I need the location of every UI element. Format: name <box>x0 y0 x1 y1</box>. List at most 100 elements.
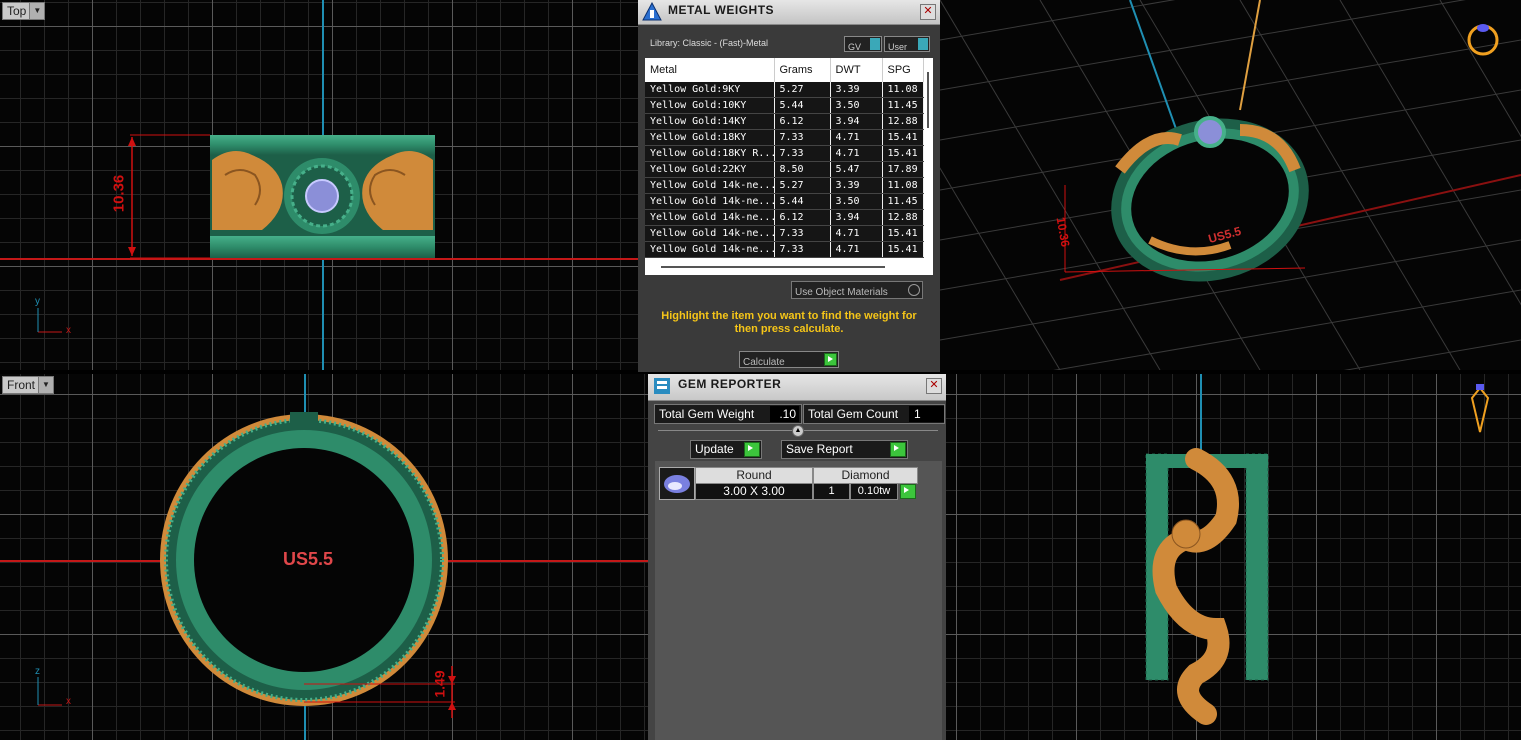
table-cell: Yellow Gold 14k-ne... <box>645 209 775 226</box>
table-row[interactable]: Yellow Gold:18KY R... 7.33 4.71 15.41 <box>645 145 924 162</box>
table-row[interactable]: Yellow Gold:9KY 5.27 3.39 11.08 <box>645 82 924 98</box>
table-cell: Yellow Gold 14k-ne... <box>645 241 775 258</box>
play-icon <box>744 442 760 457</box>
table-cell: 15.41 <box>882 225 924 242</box>
table-cell: 7.33 <box>774 145 831 162</box>
table-row[interactable]: Yellow Gold:18KY 7.33 4.71 15.41 <box>645 129 924 146</box>
close-icon[interactable]: ✕ <box>926 378 942 394</box>
table-cell: Yellow Gold 14k-ne... <box>645 225 775 242</box>
front-viewport[interactable]: US5.5 1.49 x z Front ▼ <box>0 374 648 740</box>
table-cell: 11.08 <box>882 82 924 98</box>
axis-y-label: y <box>35 296 40 307</box>
perspective-viewport[interactable]: 10.36 US5.5 <box>940 0 1521 370</box>
table-cell: 12.88 <box>882 209 924 226</box>
metal-weights-table[interactable]: Metal Grams DWT SPG Yellow Gold:9KY 5.27 3… <box>645 58 933 275</box>
table-cell: 7.33 <box>774 129 831 146</box>
table-cell: 3.50 <box>830 97 883 114</box>
table-cell: 12.88 <box>882 113 924 130</box>
table-cell: 3.39 <box>830 82 883 98</box>
table-cell: 3.39 <box>830 177 883 194</box>
user-label: User <box>888 42 908 52</box>
round-diamond-icon <box>664 475 690 493</box>
top-viewport[interactable]: 10.36 x y Top ▼ <box>0 0 648 370</box>
toggle-indicator-icon <box>918 38 928 50</box>
axis-x-label: x <box>66 325 71 336</box>
table-cell: 7.33 <box>774 241 831 258</box>
total-gem-weight-row: Total Gem Weight .10 <box>654 404 802 424</box>
viewport-label-top[interactable]: Top ▼ <box>2 2 46 20</box>
viewport-label-front[interactable]: Front ▼ <box>2 376 55 394</box>
table-cell: 4.71 <box>830 145 883 162</box>
collapse-icon[interactable]: ▲ <box>792 425 804 437</box>
update-button[interactable]: Update <box>690 440 762 459</box>
table-row[interactable]: Yellow Gold 14k-ne... 7.33 4.71 15.41 <box>645 241 924 258</box>
calculate-button[interactable]: Calculate <box>739 351 839 368</box>
perspective-grid <box>940 0 1521 370</box>
horizontal-scrollbar[interactable] <box>661 266 885 268</box>
metal-weights-titlebar[interactable]: METAL WEIGHTS ✕ <box>638 0 940 25</box>
viewport-label-text: Front <box>7 378 36 392</box>
table-header-row: Metal Grams DWT SPG <box>645 58 924 82</box>
close-icon[interactable]: ✕ <box>920 4 936 20</box>
table-row[interactable]: Yellow Gold 14k-ne... 7.33 4.71 15.41 <box>645 225 924 242</box>
table-cell: 5.44 <box>774 97 831 114</box>
user-toggle[interactable]: User <box>884 36 930 52</box>
panel-title: GEM REPORTER <box>678 377 782 391</box>
table-row[interactable]: Yellow Gold 14k-ne... 5.27 3.39 11.08 <box>645 177 924 194</box>
play-icon <box>890 442 906 457</box>
play-icon <box>824 353 837 366</box>
table-cell: Yellow Gold:18KY <box>645 129 775 146</box>
dimension-label: 10.36 <box>110 174 128 213</box>
table-cell: Yellow Gold 14k-ne... <box>645 193 775 210</box>
total-gem-count-label: Total Gem Count <box>808 407 899 421</box>
column-header[interactable]: Metal <box>645 58 775 82</box>
use-object-materials-button[interactable]: Use Object Materials <box>791 281 923 299</box>
save-report-button[interactable]: Save Report <box>781 440 908 459</box>
column-header[interactable]: DWT <box>830 58 883 82</box>
table-cell: 15.41 <box>882 129 924 146</box>
table-cell: 11.45 <box>882 193 924 210</box>
circle-toggle-icon <box>908 284 920 296</box>
table-cell: Yellow Gold:9KY <box>645 82 775 98</box>
table-cell: Yellow Gold:18KY R... <box>645 145 775 162</box>
toggle-indicator-icon <box>870 38 880 50</box>
ring-side-view <box>1145 384 1490 725</box>
gv-label: GV <box>848 42 862 52</box>
table-cell: 6.12 <box>774 209 831 226</box>
total-gem-weight-label: Total Gem Weight <box>659 407 755 421</box>
table-cell: Yellow Gold 14k-ne... <box>645 177 775 194</box>
scale-icon <box>642 2 662 21</box>
table-row[interactable]: Yellow Gold:10KY 5.44 3.50 11.45 <box>645 97 924 114</box>
panel-title: METAL WEIGHTS <box>668 3 775 17</box>
table-cell: Yellow Gold:14KY <box>645 113 775 130</box>
table-cell: 4.71 <box>830 225 883 242</box>
play-icon[interactable] <box>900 484 916 499</box>
table-cell: 15.41 <box>882 241 924 258</box>
column-header[interactable]: SPG <box>882 58 924 82</box>
gv-toggle[interactable]: GV <box>844 36 882 52</box>
save-report-label: Save Report <box>786 442 853 456</box>
use-object-materials-label: Use Object Materials <box>795 287 888 298</box>
chevron-down-icon[interactable]: ▼ <box>38 377 54 393</box>
gem-thumbnail[interactable] <box>659 467 695 500</box>
table-cell: 11.08 <box>882 177 924 194</box>
table-cell: 4.71 <box>830 241 883 258</box>
gem-list-area <box>655 461 942 740</box>
gem-reporter-titlebar[interactable]: GEM REPORTER ✕ <box>648 374 946 401</box>
library-label: Library: Classic - (Fast)-Metal <box>650 38 769 48</box>
vertical-scrollbar[interactable] <box>927 72 929 128</box>
table-row[interactable]: Yellow Gold:22KY 8.50 5.47 17.89 <box>645 161 924 178</box>
calculate-label: Calculate <box>743 357 785 368</box>
axis-z-label: z <box>35 666 40 677</box>
column-header[interactable]: Grams <box>774 58 831 82</box>
viewport-label-text: Top <box>7 4 27 18</box>
table-row[interactable]: Yellow Gold 14k-ne... 6.12 3.94 12.88 <box>645 209 924 226</box>
table-row[interactable]: Yellow Gold 14k-ne... 5.44 3.50 11.45 <box>645 193 924 210</box>
table-cell: 5.44 <box>774 193 831 210</box>
table-cell: 3.94 <box>830 113 883 130</box>
total-gem-weight-value: .10 <box>770 406 799 422</box>
table-cell: 5.27 <box>774 177 831 194</box>
chevron-down-icon[interactable]: ▼ <box>29 3 45 19</box>
table-row[interactable]: Yellow Gold:14KY 6.12 3.94 12.88 <box>645 113 924 130</box>
right-viewport[interactable] <box>946 374 1521 740</box>
